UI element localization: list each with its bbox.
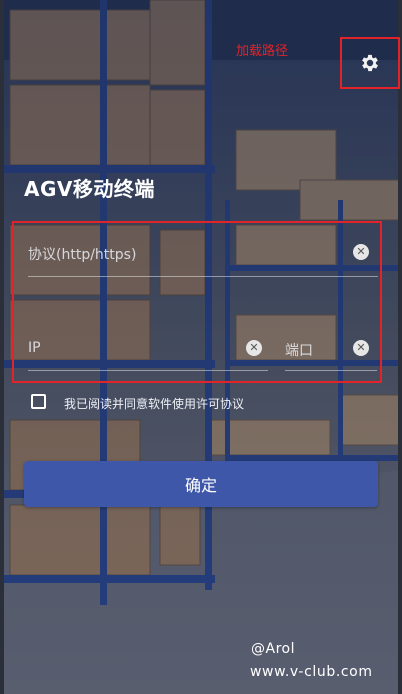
ip-input[interactable]: IP xyxy=(28,340,41,356)
ip-clear-icon[interactable]: ✕ xyxy=(246,340,262,356)
confirm-button[interactable]: 确定 xyxy=(24,461,378,507)
protocol-clear-icon[interactable]: ✕ xyxy=(353,244,369,260)
port-underline xyxy=(285,370,377,371)
gear-icon xyxy=(362,54,378,72)
port-clear-icon[interactable]: ✕ xyxy=(353,340,369,356)
protocol-input[interactable]: 协议(http/https) xyxy=(28,240,378,270)
port-input[interactable]: 端口 xyxy=(285,340,313,360)
app-title: AGV移动终端 xyxy=(24,177,155,201)
agreement-label[interactable]: 我已阅读并同意软件使用许可协议 xyxy=(64,395,244,412)
ip-underline xyxy=(28,370,268,371)
settings-button[interactable] xyxy=(340,37,400,89)
load-path-annotation: 加载路径 xyxy=(236,44,289,59)
agreement-checkbox[interactable] xyxy=(31,394,46,409)
watermark-site: www.v-club.com xyxy=(250,664,373,680)
right-frame-edge xyxy=(398,0,402,694)
protocol-underline xyxy=(28,276,378,277)
protocol-placeholder: 协议(http/https) xyxy=(28,247,137,263)
watermark-author: @Arol xyxy=(251,641,295,657)
left-frame-edge xyxy=(0,0,4,694)
